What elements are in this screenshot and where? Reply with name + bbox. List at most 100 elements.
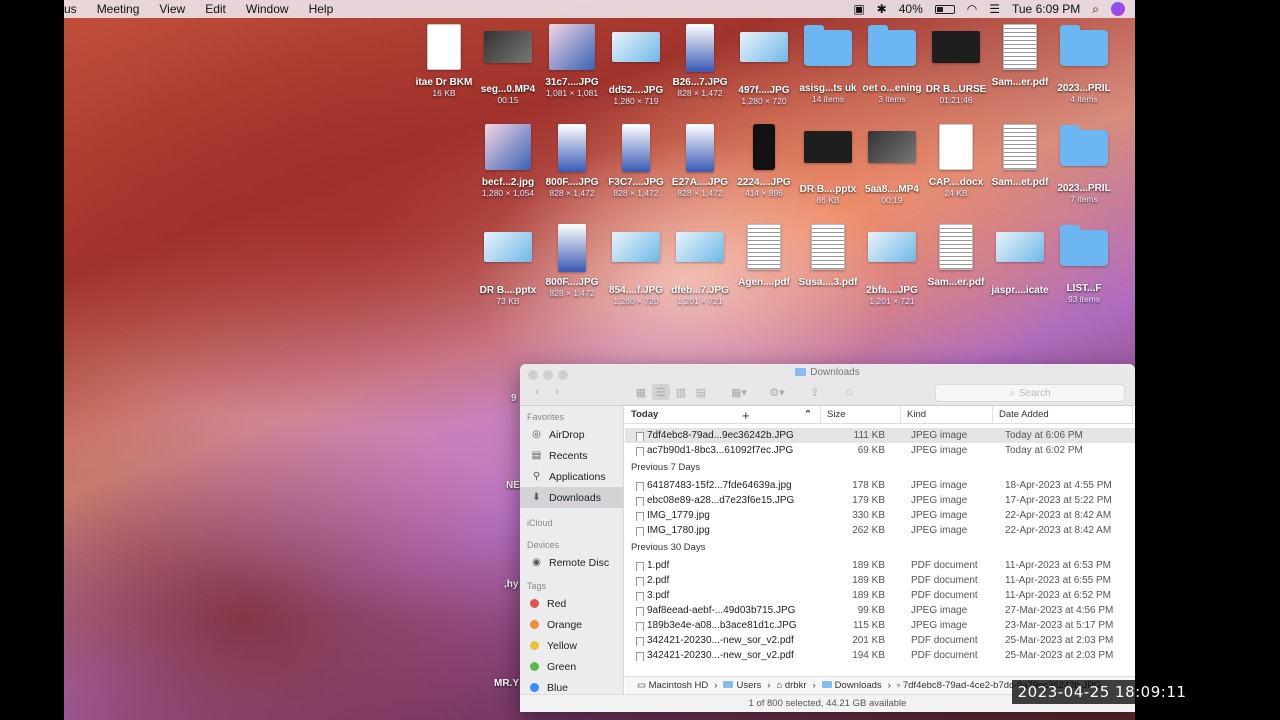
desktop-file-icon[interactable]: B26...7.JPG 828 × 1,472 (668, 24, 732, 98)
path-item[interactable]: ▭ Macintosh HD (637, 680, 708, 691)
desktop-file-icon[interactable]: asisg...ts uk 14 items (796, 24, 860, 104)
path-item[interactable]: Users (723, 680, 761, 691)
desktop-file-icon[interactable]: DR B....pptx 73 KB (476, 224, 540, 306)
column-view-button[interactable]: ▥ (672, 384, 690, 400)
search-field[interactable]: ⌕ Search (935, 384, 1125, 402)
desktop-file-icon[interactable]: Agen....pdf (732, 224, 796, 288)
desktop-file-icon[interactable]: seg...0.MP4 00:15 (476, 24, 540, 105)
file-row[interactable]: 342421-20230...-new_sor_v2.pdf 201 KB PDF … (625, 633, 1135, 648)
desktop-file-info: 828 × 1,472 (613, 188, 659, 198)
file-name-cell: 342421-20230...-new_sor_v2.pdf (625, 650, 821, 661)
column-size-header[interactable]: Size (821, 405, 901, 424)
desktop-file-info: 828 × 1,472 (549, 188, 595, 198)
icon-view-button[interactable]: ▦ (632, 384, 650, 400)
applications-icon: ⚲ (532, 471, 541, 482)
sidebar-item-remote-disc[interactable]: ◉ Remote Disc (520, 552, 623, 573)
desktop-file-icon[interactable]: 2023...PRIL 4 items (1052, 24, 1116, 104)
sidebar-tag-orange[interactable]: Orange (520, 614, 623, 635)
desktop-file-icon[interactable]: 31c7....JPG 1,081 × 1,081 (540, 24, 604, 98)
pdf-file-icon (1003, 24, 1037, 70)
desktop-file-icon[interactable]: Sam...er.pdf (988, 24, 1052, 88)
path-label: Users (736, 680, 762, 691)
sidebar-tag-red[interactable]: Red (520, 593, 623, 614)
sidebar-item-applications[interactable]: ⚲ Applications (520, 466, 623, 487)
desktop-file-icon[interactable]: Sam...et.pdf (988, 124, 1052, 188)
desktop-file-name: Susa....3.pdf (798, 277, 858, 288)
spotlight-search-icon[interactable]: ⌕ (1092, 2, 1099, 17)
sidebar-tag-label: Orange (547, 618, 583, 631)
desktop-file-icon[interactable]: 800F....JPG 828 × 1,472 (540, 224, 604, 298)
desktop-file-icon[interactable]: DR B...URSE 01:21:46 (924, 24, 988, 105)
bluetooth-icon[interactable]: ✱ (877, 2, 887, 16)
desktop-file-icon[interactable]: itae Dr BKM 16 KB (412, 24, 476, 98)
control-center-icon[interactable]: ☰ (989, 2, 1000, 16)
menu-meeting[interactable]: Meeting (87, 2, 150, 16)
desktop-file-icon[interactable]: DR B....pptx 86 KB (796, 124, 860, 205)
desktop-file-icon[interactable]: becf...2.jpg 1,280 × 1,054 (476, 124, 540, 198)
file-row[interactable]: 342421-20230...-new_sor_v2.pdf 194 KB PDF … (625, 648, 1135, 663)
wifi-icon[interactable]: ◠ (967, 2, 977, 16)
file-row[interactable]: 3.pdf 189 KB PDF document 11-Apr-2023 at 6:… (625, 588, 1135, 603)
menu-window[interactable]: Window (236, 2, 299, 16)
desktop-file-icon[interactable]: 2bfa....JPG 1,201 × 721 (860, 224, 924, 306)
tag-icon[interactable]: ⌂ (840, 384, 858, 400)
path-item[interactable]: ⌂ drbkr (776, 680, 806, 691)
file-row[interactable]: ebc08e89-a28...d7e23f6e15.JPG 179 KB JPEG … (625, 493, 1135, 508)
menu-edit[interactable]: Edit (195, 2, 236, 16)
desktop-file-icon[interactable]: 2224....JPG 414 × 896 (732, 124, 796, 198)
file-row[interactable]: ac7b90d1-8bc3...61092f7ec.JPG 69 KB JPEG i… (625, 443, 1135, 458)
back-button[interactable]: ‹ (528, 384, 546, 400)
menu-app-name[interactable]: us (64, 2, 87, 16)
screen-mirror-icon[interactable]: ▣ (853, 2, 864, 16)
desktop-file-icon[interactable]: 854....f.JPG 1,280 × 720 (604, 224, 668, 306)
sidebar-tag-green[interactable]: Green (520, 656, 623, 677)
menu-view[interactable]: View (149, 2, 195, 16)
file-row[interactable]: 7df4ebc8-79ad...9ec36242b.JPG 111 KB JPEG … (625, 428, 1135, 443)
desktop-file-icon[interactable]: LIST...F 93 items (1052, 224, 1116, 304)
list-view-button[interactable]: ☰ (652, 384, 670, 400)
desktop-file-icon[interactable]: Sam...er.pdf (924, 224, 988, 288)
desktop-file-icon[interactable]: 5aa8....MP4 00:19 (860, 124, 924, 205)
siri-icon[interactable] (1111, 2, 1125, 16)
sidebar-item-recents[interactable]: ▤ Recents (520, 445, 623, 466)
sidebar-item-airdrop[interactable]: ◎ AirDrop (520, 424, 623, 445)
desktop-file-icon[interactable]: F3C7....JPG 828 × 1,472 (604, 124, 668, 198)
menu-clock[interactable]: Tue 6:09 PM (1012, 2, 1080, 16)
sidebar-header-icloud[interactable]: iCloud (520, 508, 623, 530)
desktop-file-icon[interactable]: 800F....JPG 828 × 1,472 (540, 124, 604, 198)
action-gear-icon[interactable]: ⚙▾ (764, 384, 790, 400)
column-date-added-header[interactable]: Date Added (993, 405, 1133, 424)
desktop-file-icon[interactable]: jaspr....icate (988, 224, 1052, 296)
desktop-file-icon[interactable]: Susa....3.pdf (796, 224, 860, 288)
column-kind-header[interactable]: Kind (901, 405, 993, 424)
group-button[interactable]: ▦▾ (726, 384, 752, 400)
battery-icon[interactable] (934, 4, 955, 14)
desktop-file-icon[interactable]: 497f....JPG 1,280 × 720 (732, 24, 796, 106)
share-icon[interactable]: ⇪ (806, 384, 824, 400)
file-row[interactable]: 2.pdf 189 KB PDF document 11-Apr-2023 at 6:… (625, 573, 1135, 588)
gallery-view-button[interactable]: ▤ (692, 384, 710, 400)
menu-help[interactable]: Help (299, 2, 344, 16)
desktop-file-info: 1,280 × 1,054 (481, 188, 535, 198)
desktop-file-name: seg...0.MP4 (480, 84, 536, 95)
sidebar-item-downloads[interactable]: ⬇ Downloads (520, 487, 623, 508)
desktop-file-icon[interactable]: dd52....JPG 1,280 × 719 (604, 24, 668, 106)
file-row[interactable]: 9af8eead-aebf-...49d03b715.JPG 99 KB JPEG … (625, 603, 1135, 618)
desktop-file-icon[interactable]: CAP....docx 24 KB (924, 124, 988, 198)
path-item[interactable]: Downloads (821, 680, 882, 691)
desktop-file-name: DR B....pptx (479, 285, 537, 296)
forward-button[interactable]: › (548, 384, 566, 400)
desktop-file-icon[interactable]: oet o...ening 3 items (860, 24, 924, 104)
column-name-header[interactable]: Today ⌃ (625, 405, 821, 424)
desktop-file-icon[interactable]: E27A....JPG 828 × 1,472 (668, 124, 732, 198)
file-row[interactable]: 1.pdf 189 KB PDF document 11-Apr-2023 at 6:… (625, 558, 1135, 573)
file-row[interactable]: 189b3e4e-a08...b3ace81d1c.JPG 115 KB JPEG … (625, 618, 1135, 633)
file-row[interactable]: IMG_1780.jpg 262 KB JPEG image 22-Apr-2023 … (625, 523, 1135, 538)
desktop-file-icon[interactable]: dfeb...7.JPG 1,201 × 721 (668, 224, 732, 306)
file-row[interactable]: IMG_1779.jpg 330 KB JPEG image 22-Apr-2023 … (625, 508, 1135, 523)
file-row[interactable]: 64187483-15f2...7fde64639a.jpg 178 KB JPEG… (625, 478, 1135, 493)
file-size: 179 KB (852, 495, 885, 506)
desktop-file-icon[interactable]: 2023...PRIL 7 items (1052, 124, 1116, 204)
sidebar-tag-yellow[interactable]: Yellow (520, 635, 623, 656)
sidebar-tag-label: Red (547, 597, 567, 610)
